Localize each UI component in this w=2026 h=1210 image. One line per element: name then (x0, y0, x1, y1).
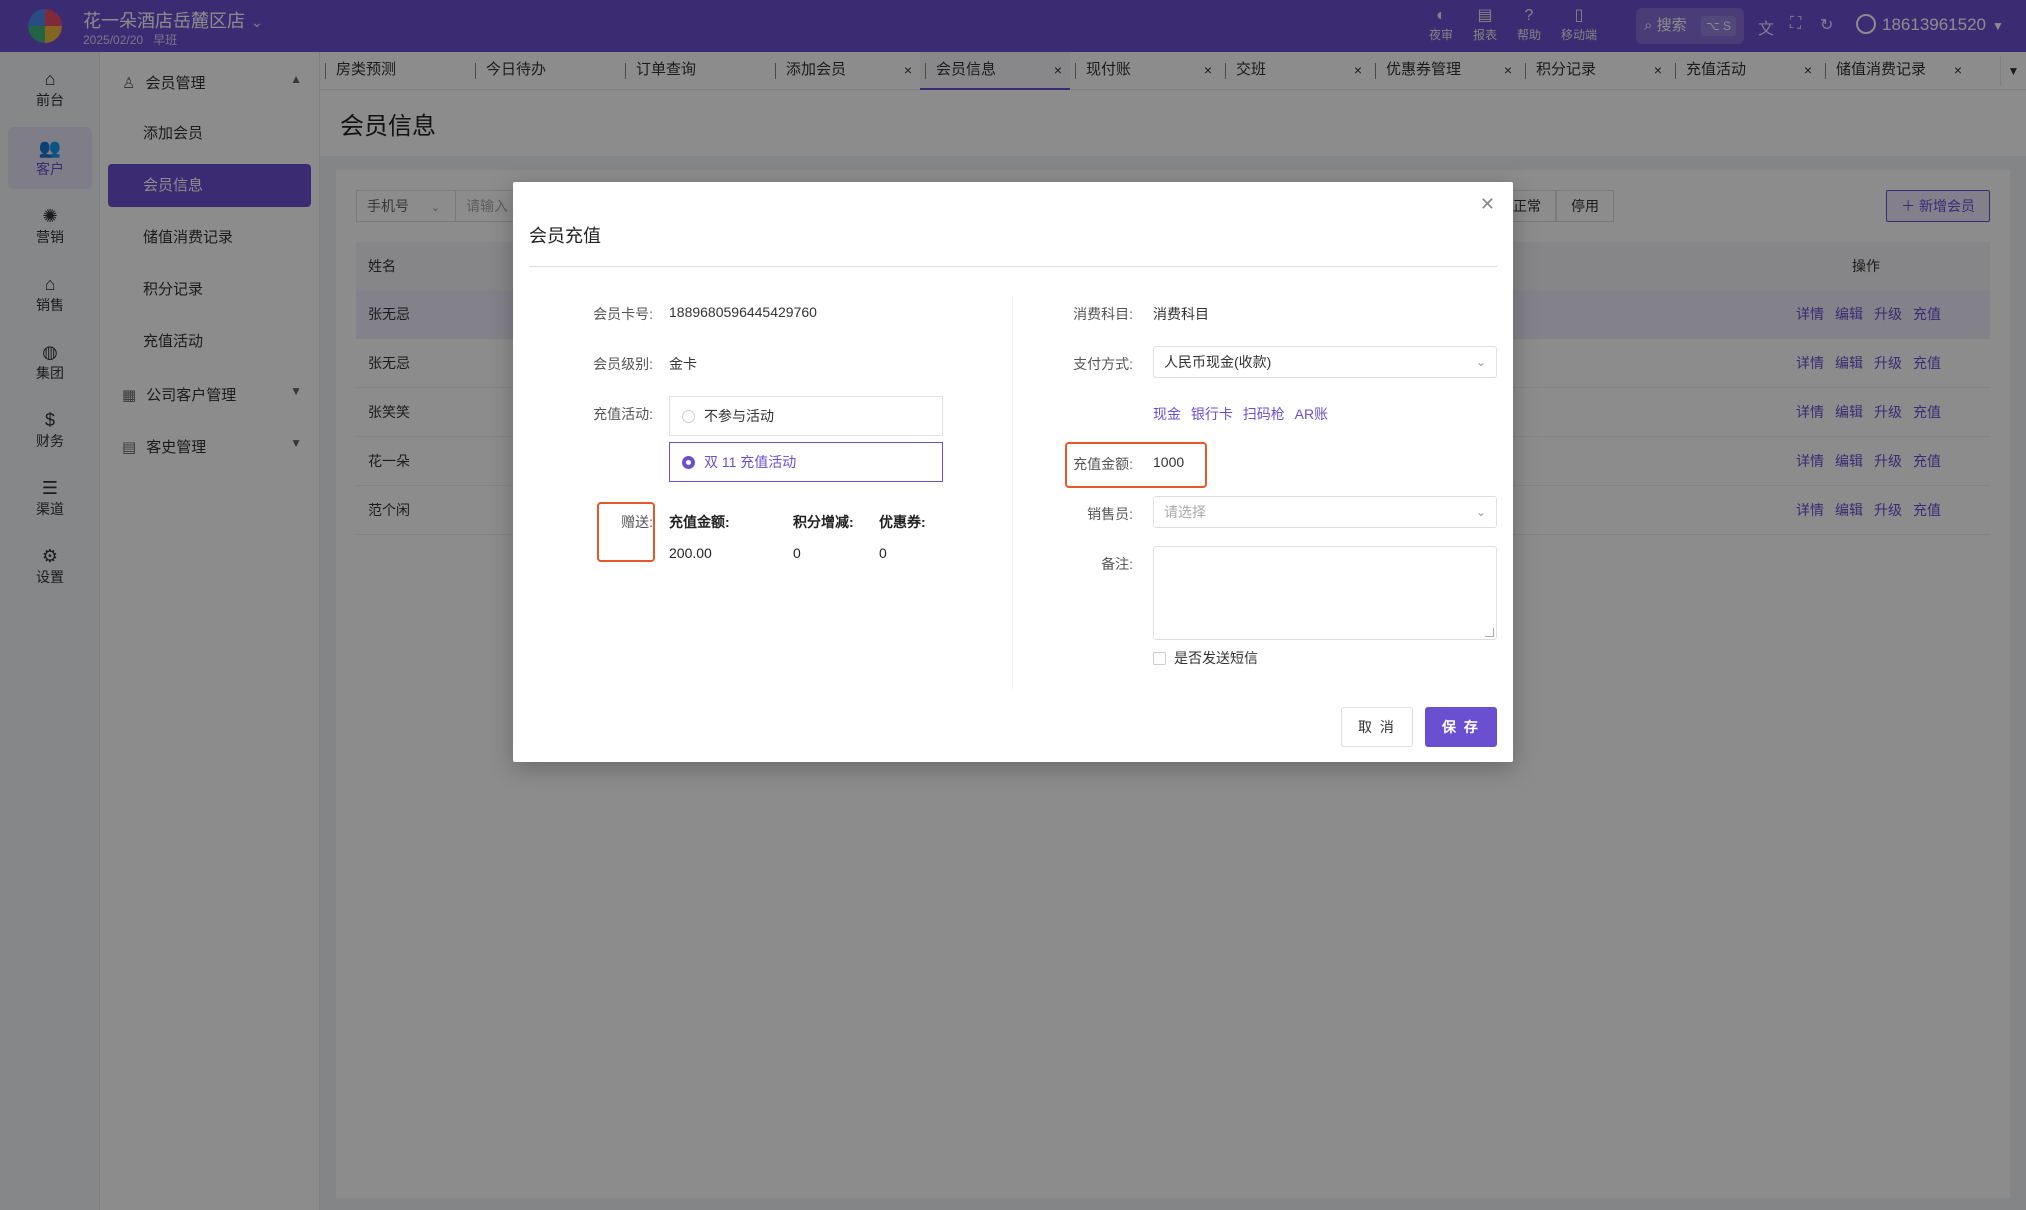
level-value: 金卡 (669, 356, 697, 372)
card-no-value: 1889680596445429760 (669, 304, 817, 320)
pay-method-select[interactable]: 人民币现金(收款) ⌄ (1153, 346, 1497, 378)
card-no-label: 会员卡号: (593, 306, 653, 322)
remark-textarea[interactable] (1153, 546, 1497, 640)
pay-link-scanner[interactable]: 扫码枪 (1243, 406, 1285, 422)
level-label: 会员级别: (593, 356, 653, 372)
activity-option-none[interactable]: 不参与活动 (669, 396, 943, 436)
gift-points-header: 积分增减: (793, 514, 854, 530)
gift-coupon-header: 优惠券: (879, 514, 926, 530)
gift-amount-header: 充值金额: (669, 514, 730, 530)
pay-link-ar[interactable]: AR账 (1295, 406, 1328, 422)
seller-placeholder: 请选择 (1164, 504, 1206, 520)
pay-link-cash[interactable]: 现金 (1153, 406, 1181, 422)
checkbox-icon (1153, 652, 1166, 665)
option-label: 不参与活动 (704, 408, 774, 424)
chevron-down-icon: ⌄ (1475, 355, 1486, 369)
pay-method-value: 人民币现金(收款) (1164, 354, 1272, 370)
radio-selected-icon (682, 456, 695, 469)
pay-quick-links: 现金 银行卡 扫码枪 AR账 (1153, 404, 1334, 424)
pay-link-bank-card[interactable]: 银行卡 (1191, 406, 1233, 422)
divider (529, 266, 1497, 267)
cancel-button[interactable]: 取 消 (1341, 707, 1413, 747)
member-recharge-dialog: ✕ 会员充值 会员卡号: 1889680596445429760 会员级别: 金… (513, 182, 1513, 762)
send-sms-checkbox[interactable]: 是否发送短信 (1153, 648, 1258, 668)
highlight-box (1065, 442, 1207, 488)
divider (1012, 296, 1013, 689)
radio-icon (682, 410, 695, 423)
gift-amount-value: 200.00 (669, 545, 712, 561)
subject-value: 消费科目 (1153, 306, 1209, 322)
pay-method-label: 支付方式: (1073, 356, 1133, 372)
remark-label: 备注: (1101, 556, 1133, 572)
gift-coupon-value: 0 (879, 545, 887, 561)
sms-label: 是否发送短信 (1174, 650, 1258, 666)
dialog-title: 会员充值 (529, 226, 601, 246)
option-label: 双 11 充值活动 (704, 454, 797, 470)
save-button[interactable]: 保 存 (1425, 707, 1497, 747)
seller-select[interactable]: 请选择 ⌄ (1153, 496, 1497, 528)
activity-label: 充值活动: (593, 406, 653, 422)
activity-option-double11[interactable]: 双 11 充值活动 (669, 442, 943, 482)
gift-points-value: 0 (793, 545, 801, 561)
highlight-box (597, 502, 655, 562)
seller-label: 销售员: (1087, 506, 1133, 522)
close-icon[interactable]: ✕ (1480, 194, 1495, 215)
subject-label: 消费科目: (1073, 306, 1133, 322)
chevron-down-icon: ⌄ (1475, 505, 1486, 519)
